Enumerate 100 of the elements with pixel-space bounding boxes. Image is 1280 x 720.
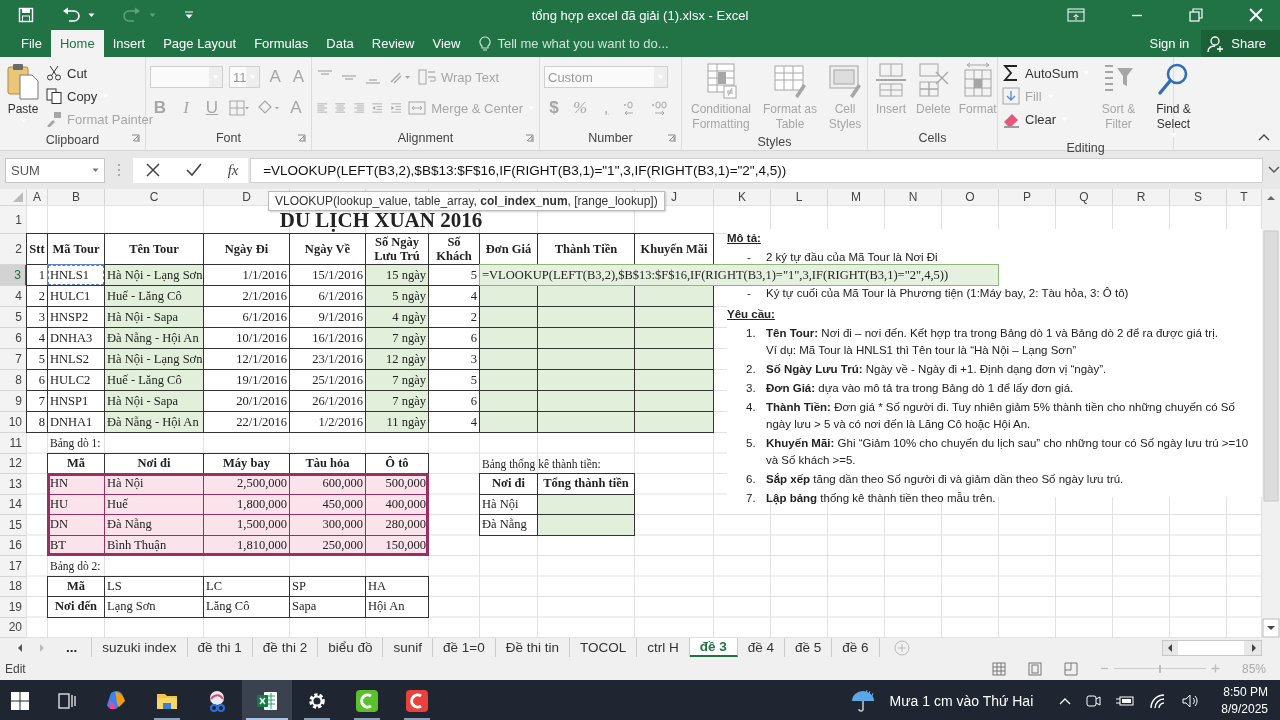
table-cell: Đà Nẵng - Hội An (104, 327, 204, 349)
page-break-icon[interactable] (1064, 661, 1078, 676)
row-header[interactable]: 8 (0, 370, 27, 391)
task-view-icon[interactable] (56, 690, 76, 711)
customize-icon[interactable] (184, 10, 194, 20)
row-header[interactable]: 17 (0, 556, 27, 577)
ribbon-button[interactable]: Cut (46, 62, 153, 84)
ribbon-button[interactable]: AutoSum (1002, 62, 1091, 84)
status-mode: Edit (5, 661, 26, 676)
select-all-icon[interactable] (13, 192, 23, 202)
conditional-grid-icon (704, 62, 738, 100)
row-header[interactable]: 10 (0, 412, 27, 433)
sheet-tab[interactable]: đề 3 (689, 638, 738, 657)
list-text: Thành Tiền: Đơn giá * Số người đi. Tuy nhiên giảm 5% thành tiền cho những chuyến có Số ngày lưu > 5 và có nơi đến là Lăng Cô hoặc Hội An. (766, 400, 1236, 432)
tell-me-field[interactable]: Tell me what you want to do... (479, 30, 669, 57)
row-header[interactable]: 4 (0, 286, 27, 307)
ribbon-button[interactable]: Paste (4, 62, 42, 123)
taskbar-button[interactable] (242, 680, 292, 720)
vertical-scrollbar[interactable] (1262, 189, 1280, 638)
list-text: Khuyến Mãi: Ghi “Giảm 10% cho chuyến du lịch sau” cho những tour có Số ngày lưu trú >=10 và Số khách >=5. (766, 436, 1250, 468)
ribbon-tab[interactable]: File (12, 30, 51, 57)
group-label: Clipboard (44, 132, 101, 149)
share-button[interactable]: Share (1201, 30, 1280, 57)
ribbon-button[interactable]: Find & Select (1146, 62, 1201, 138)
row-header[interactable]: 5 (0, 307, 27, 328)
ribbon-tab[interactable]: Insert (103, 30, 155, 57)
row-header[interactable]: 15 (0, 515, 27, 536)
table-cell: Hà Nội - Sapa (104, 306, 204, 328)
table-cell: 150,000 (365, 534, 429, 556)
insert-function-button[interactable]: fx (227, 161, 239, 179)
caret-icon[interactable] (88, 12, 95, 18)
redo-icon (123, 7, 141, 23)
weather-text[interactable]: Mưa 1 cm vào Thứ Hai (889, 692, 1034, 709)
table-cell: Khuyến Mãi (634, 233, 714, 265)
table-cell: 280,000 (365, 514, 429, 536)
name-box[interactable]: SUM (5, 157, 105, 183)
cell-editor[interactable]: =VLOOKUP(LEFT(B3,2),$B$13:$F$16,IF(RIGHT(B3,1)="1",3,IF(RIGHT(B3,1)="2",4,5)) (479, 264, 999, 286)
clock-time[interactable]: 8:50 PM (1223, 683, 1268, 701)
umbrella-icon[interactable] (849, 687, 876, 714)
row-header[interactable]: 2 (0, 234, 27, 265)
expand-icon[interactable] (1268, 166, 1280, 174)
ribbon-button[interactable]: Copy (46, 85, 153, 107)
table-cell: 600,000 (289, 473, 366, 495)
dialog-launcher-icon[interactable] (131, 134, 140, 143)
speaker-icon[interactable] (1181, 692, 1200, 709)
row-header[interactable]: 19 (0, 597, 27, 618)
ribbon-tab[interactable]: Formulas (245, 30, 318, 57)
check-icon[interactable] (185, 163, 202, 177)
table-cell: HN (47, 473, 105, 495)
horizontal-scrollbar[interactable] (1162, 639, 1262, 656)
clock-date[interactable]: 8/9/2025 (1221, 700, 1268, 718)
sign-in-link[interactable]: Sign in (1137, 30, 1202, 57)
battery-plug-icon[interactable] (1115, 693, 1136, 708)
ribbon-display-icon[interactable] (1067, 8, 1085, 22)
table-cell: 6 (26, 369, 48, 391)
ribbon-tab[interactable]: Review (362, 30, 424, 57)
normal-view-icon[interactable] (992, 661, 1006, 676)
zoom-slider[interactable] (1114, 662, 1206, 675)
ribbon-tab[interactable]: Page Layout (154, 30, 246, 57)
row-header[interactable]: 3 (0, 265, 27, 286)
table-cell: HNLS1 (47, 264, 105, 286)
ribbon-tab[interactable]: Home (50, 30, 104, 57)
ribbon-tab[interactable]: View (423, 30, 470, 57)
table-cell: Đà Nẵng (479, 514, 538, 536)
row-header[interactable]: 1 (0, 206, 27, 234)
table-cell: HU (47, 493, 105, 515)
undo-icon[interactable] (62, 7, 80, 23)
table-cell: Mã (47, 452, 105, 474)
caret-icon[interactable] (91, 167, 99, 173)
list-marker: 5. (746, 436, 757, 451)
dialog-launcher-icon[interactable] (297, 134, 306, 143)
scissors-icon (46, 65, 62, 81)
formula-field[interactable]: =VLOOKUP(LEFT(B3,2),$B$13:$F$16,IF(RIGHT(B3,1)="1",3,IF(RIGHT(B3,1)="2",4,5)) (250, 157, 1264, 183)
scroll-right-icon[interactable] (38, 642, 46, 653)
ribbon-tab[interactable]: Data (317, 30, 363, 57)
save-icon[interactable] (18, 7, 34, 23)
ribbon-button[interactable]: Clear (1002, 108, 1091, 130)
drag-handle-icon[interactable] (116, 163, 121, 177)
table-cell: HA (365, 575, 429, 597)
dialog-launcher-icon[interactable] (667, 134, 676, 143)
row-header[interactable]: 7 (0, 349, 27, 370)
example-text: Ví dụ: Mã Tour là HNLS1 thì Tên tour là “Hà Nội – Lạng Sơn” (766, 343, 1078, 358)
page-layout-icon[interactable] (1028, 661, 1042, 676)
table-cell: Hà Nội - Lạng Sơn (104, 348, 204, 370)
windows-icon[interactable] (10, 690, 30, 711)
scroll-left-icon[interactable] (16, 642, 24, 653)
dialog-launcher-icon[interactable] (525, 134, 534, 143)
zoom-in-icon[interactable] (1211, 664, 1220, 673)
collapse-ribbon-icon[interactable] (1258, 133, 1270, 141)
row-header[interactable]: 9 (0, 391, 27, 412)
cancel-icon[interactable] (145, 163, 160, 177)
row-header[interactable]: 13 (0, 474, 27, 495)
camera-icon[interactable] (1085, 692, 1102, 709)
row-header[interactable]: 6 (0, 328, 27, 349)
table-cell: BT (47, 534, 105, 556)
close-icon[interactable] (1249, 8, 1263, 22)
restore-icon[interactable] (1189, 8, 1203, 22)
chevron-up-icon[interactable] (1059, 696, 1072, 705)
table-cell: 15 ngày (365, 264, 429, 286)
row-header[interactable]: 11 (0, 433, 27, 454)
